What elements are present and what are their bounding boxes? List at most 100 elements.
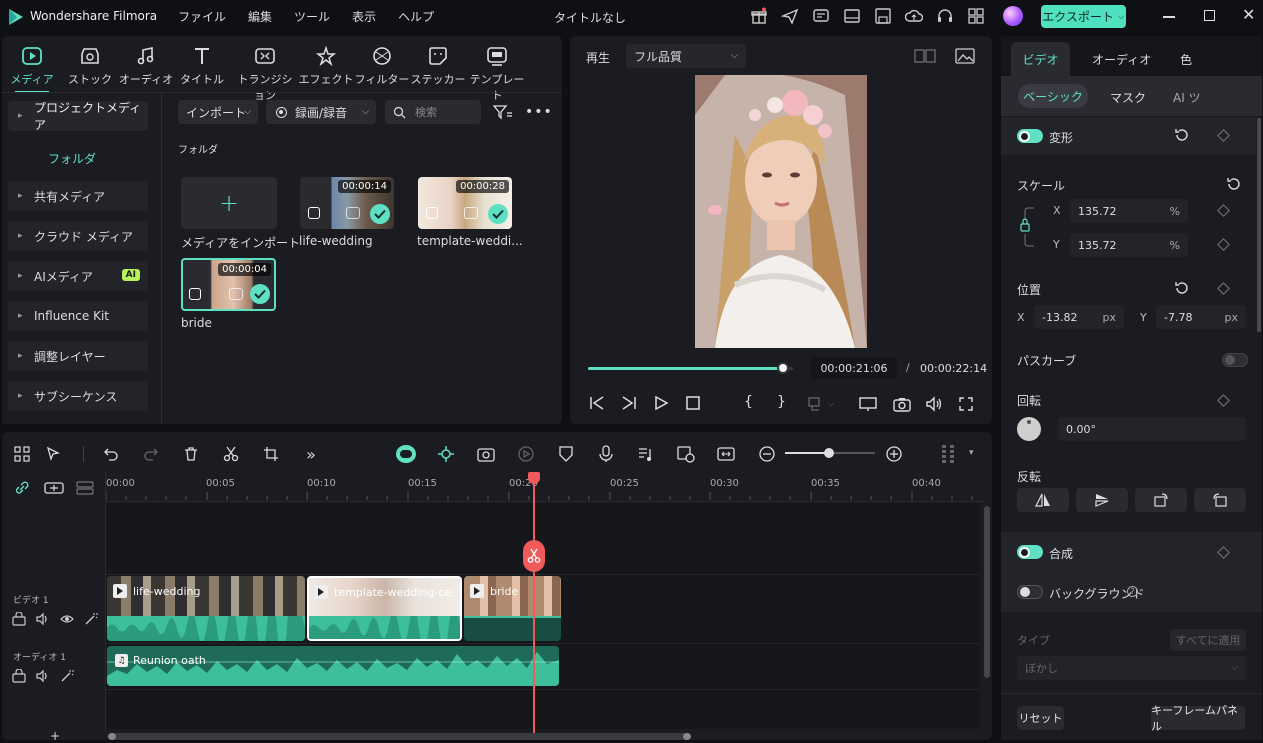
cloud-upload-icon[interactable] bbox=[905, 7, 923, 25]
redo-icon[interactable] bbox=[141, 444, 161, 464]
reset-button[interactable]: リセット bbox=[1017, 706, 1064, 730]
crop-icon[interactable] bbox=[261, 444, 281, 464]
fit-width-icon[interactable] bbox=[716, 444, 736, 464]
position-y-input[interactable]: -7.78 px bbox=[1156, 305, 1246, 329]
media-thumb-bride[interactable]: 00:00:04 bbox=[181, 258, 276, 311]
avatar[interactable] bbox=[1003, 6, 1023, 26]
minimize-icon[interactable] bbox=[1163, 16, 1175, 18]
quality-select[interactable]: フル品質 ⌵ bbox=[626, 44, 746, 68]
lock-aspect-icon[interactable] bbox=[1020, 206, 1040, 250]
rotation-input[interactable]: 0.00° bbox=[1058, 417, 1246, 441]
sidebar-item-project-media[interactable]: プロジェクトメディア bbox=[8, 101, 148, 132]
zoom-in-icon[interactable] bbox=[884, 444, 904, 464]
scale-reset-icon[interactable] bbox=[1226, 176, 1242, 192]
video-clip-life-wedding[interactable]: life-wedding bbox=[107, 576, 305, 641]
import-button[interactable]: インポート ⌵ bbox=[178, 100, 258, 124]
insert-options-icon[interactable]: ⌵ bbox=[807, 396, 834, 412]
background-toggle[interactable] bbox=[1017, 585, 1043, 599]
tab-templates[interactable]: テンプレート bbox=[466, 44, 528, 103]
position-reset-icon[interactable] bbox=[1174, 280, 1190, 296]
fullscreen-icon[interactable] bbox=[958, 396, 974, 412]
menu-edit[interactable]: 編集 bbox=[248, 8, 272, 25]
display-options-icon[interactable] bbox=[858, 396, 878, 412]
save-icon[interactable] bbox=[874, 7, 892, 25]
microphone-icon[interactable] bbox=[596, 444, 616, 464]
add-track-icon[interactable] bbox=[44, 481, 64, 495]
preview-progress-track[interactable] bbox=[588, 362, 793, 374]
gift-icon[interactable] bbox=[750, 7, 768, 25]
headset-icon[interactable] bbox=[936, 7, 954, 25]
video-clip-template-wedding[interactable]: template-wedding-ce... bbox=[307, 576, 462, 641]
sidebar-item-ai-media[interactable]: AIメディア AI bbox=[8, 261, 148, 291]
sidebar-item-folder[interactable]: フォルダ bbox=[48, 150, 96, 167]
playhead-line[interactable] bbox=[533, 474, 535, 740]
play-icon[interactable] bbox=[652, 395, 670, 411]
menu-file[interactable]: ファイル bbox=[178, 8, 226, 25]
import-media-tile[interactable]: + bbox=[181, 177, 277, 229]
zoom-slider-handle[interactable] bbox=[824, 448, 834, 458]
more-tools-icon[interactable]: » bbox=[301, 444, 321, 464]
grid-icon[interactable] bbox=[967, 7, 985, 25]
search-input[interactable]: 検索 bbox=[385, 100, 481, 124]
audio-mix-icon[interactable] bbox=[636, 444, 656, 464]
more-options-icon[interactable]: ••• bbox=[525, 104, 553, 120]
tab-filters[interactable]: フィルター bbox=[354, 44, 410, 87]
current-time-field[interactable]: 00:00:21:06 bbox=[811, 357, 897, 379]
previous-frame-icon[interactable] bbox=[588, 395, 606, 411]
maximize-icon[interactable] bbox=[1204, 10, 1215, 21]
sidebar-item-shared-media[interactable]: 共有メディア bbox=[8, 181, 148, 211]
folder-lock-icon[interactable] bbox=[12, 612, 26, 626]
sidebar-item-subsequence[interactable]: サブシーケンス bbox=[8, 381, 148, 411]
layout-icon[interactable] bbox=[843, 7, 861, 25]
folder-lock-icon[interactable] bbox=[12, 669, 26, 683]
rotation-dial[interactable] bbox=[1017, 417, 1041, 441]
tab-titles[interactable]: タイトル bbox=[174, 44, 230, 87]
speaker-icon[interactable] bbox=[36, 669, 50, 683]
tab-video[interactable]: ビデオ bbox=[1011, 42, 1070, 76]
chat-icon[interactable] bbox=[812, 7, 830, 25]
scale-x-input[interactable]: 135.72% bbox=[1070, 199, 1188, 223]
subtab-mask[interactable]: マスク bbox=[1110, 89, 1146, 106]
flip-vertical-button[interactable] bbox=[1076, 488, 1128, 512]
send-icon[interactable] bbox=[781, 7, 799, 25]
chevron-down-icon[interactable]: ▾ bbox=[969, 448, 974, 458]
composite-toggle[interactable] bbox=[1017, 545, 1043, 559]
scale-y-input[interactable]: 135.72% bbox=[1070, 233, 1188, 257]
undo-icon[interactable] bbox=[101, 444, 121, 464]
marker-shield-icon[interactable] bbox=[556, 444, 576, 464]
subtab-ai-tools[interactable]: AI ツ bbox=[1173, 89, 1209, 106]
camera-snapshot-icon[interactable] bbox=[893, 396, 911, 412]
props-scrollbar[interactable] bbox=[1257, 118, 1261, 332]
ai-assistant-icon[interactable] bbox=[396, 444, 416, 464]
menu-view[interactable]: 表示 bbox=[352, 8, 376, 25]
transform-toggle[interactable] bbox=[1017, 129, 1043, 143]
rotate-left-button[interactable] bbox=[1194, 488, 1246, 512]
magic-wand-icon[interactable] bbox=[60, 669, 74, 683]
tab-color[interactable]: 色 bbox=[1180, 51, 1192, 68]
playhead-handle[interactable] bbox=[528, 472, 540, 484]
tab-audio-props[interactable]: オーディオ bbox=[1092, 51, 1151, 68]
reset-icon[interactable] bbox=[1174, 127, 1190, 143]
media-thumb-life-wedding[interactable]: 00:00:14 bbox=[300, 177, 394, 229]
delete-icon[interactable] bbox=[181, 444, 201, 464]
media-thumb-template-wedding[interactable]: 00:00:28 bbox=[418, 177, 512, 229]
mark-out-icon[interactable]: } bbox=[777, 394, 786, 410]
eye-icon[interactable] bbox=[60, 612, 74, 626]
help-icon[interactable]: ? bbox=[1127, 586, 1138, 597]
tab-effects[interactable]: エフェクト bbox=[298, 44, 354, 87]
preview-progress-handle[interactable] bbox=[776, 362, 789, 374]
tab-stickers[interactable]: ステッカー bbox=[410, 44, 466, 87]
auto-reframe-icon[interactable] bbox=[676, 444, 696, 464]
snapshot-image-icon[interactable] bbox=[955, 47, 975, 65]
split-scissors-button[interactable] bbox=[523, 540, 545, 572]
background-type-select[interactable]: ぼかし ⌵ bbox=[1017, 656, 1246, 680]
video-preview-frame[interactable] bbox=[695, 75, 867, 348]
tab-stock[interactable]: ストック bbox=[62, 44, 118, 87]
timeline-horizontal-scrollbar[interactable] bbox=[108, 733, 691, 740]
zoom-slider-track[interactable] bbox=[785, 448, 875, 458]
audio-clip-reunion-oath[interactable]: ♫ Reunion oath bbox=[107, 646, 559, 686]
sidebar-item-influence-kit[interactable]: Influence Kit bbox=[8, 301, 148, 331]
render-preview-icon[interactable] bbox=[516, 444, 536, 464]
tab-audio[interactable]: オーディオ bbox=[118, 44, 174, 87]
mark-in-icon[interactable]: { bbox=[744, 394, 753, 410]
